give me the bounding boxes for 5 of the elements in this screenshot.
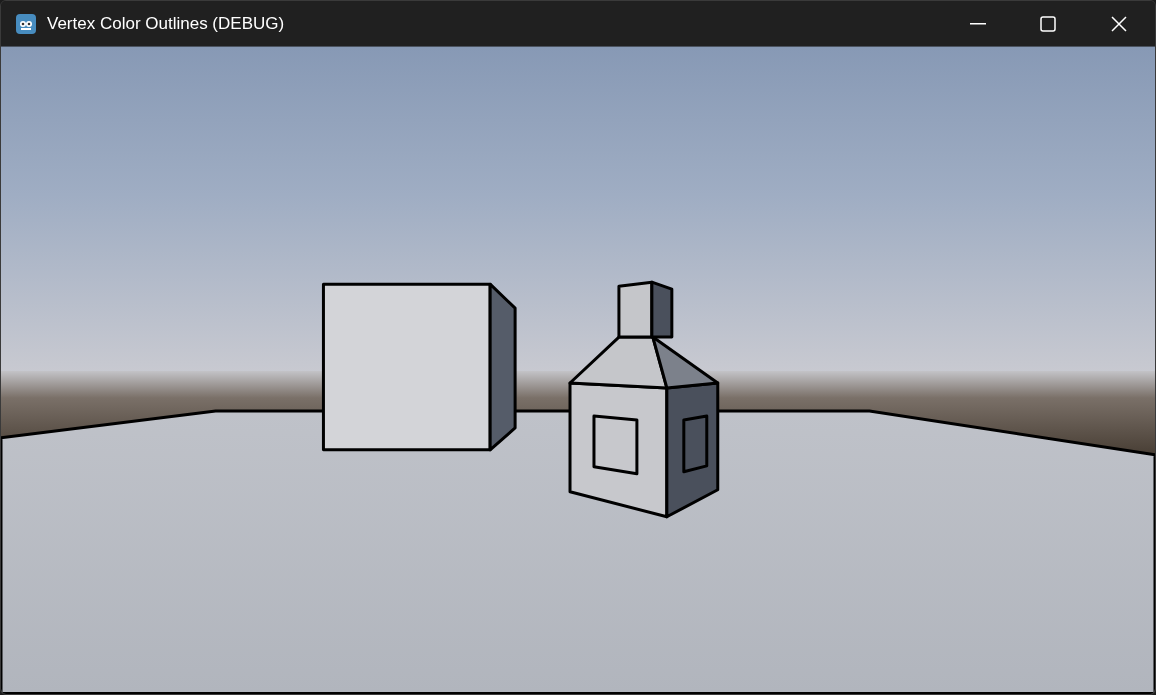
maximize-icon	[1040, 15, 1056, 32]
app-icon	[15, 12, 37, 35]
minimize-icon	[970, 22, 986, 25]
window-title: Vertex Color Outlines (DEBUG)	[47, 12, 285, 35]
close-icon	[1111, 15, 1127, 32]
